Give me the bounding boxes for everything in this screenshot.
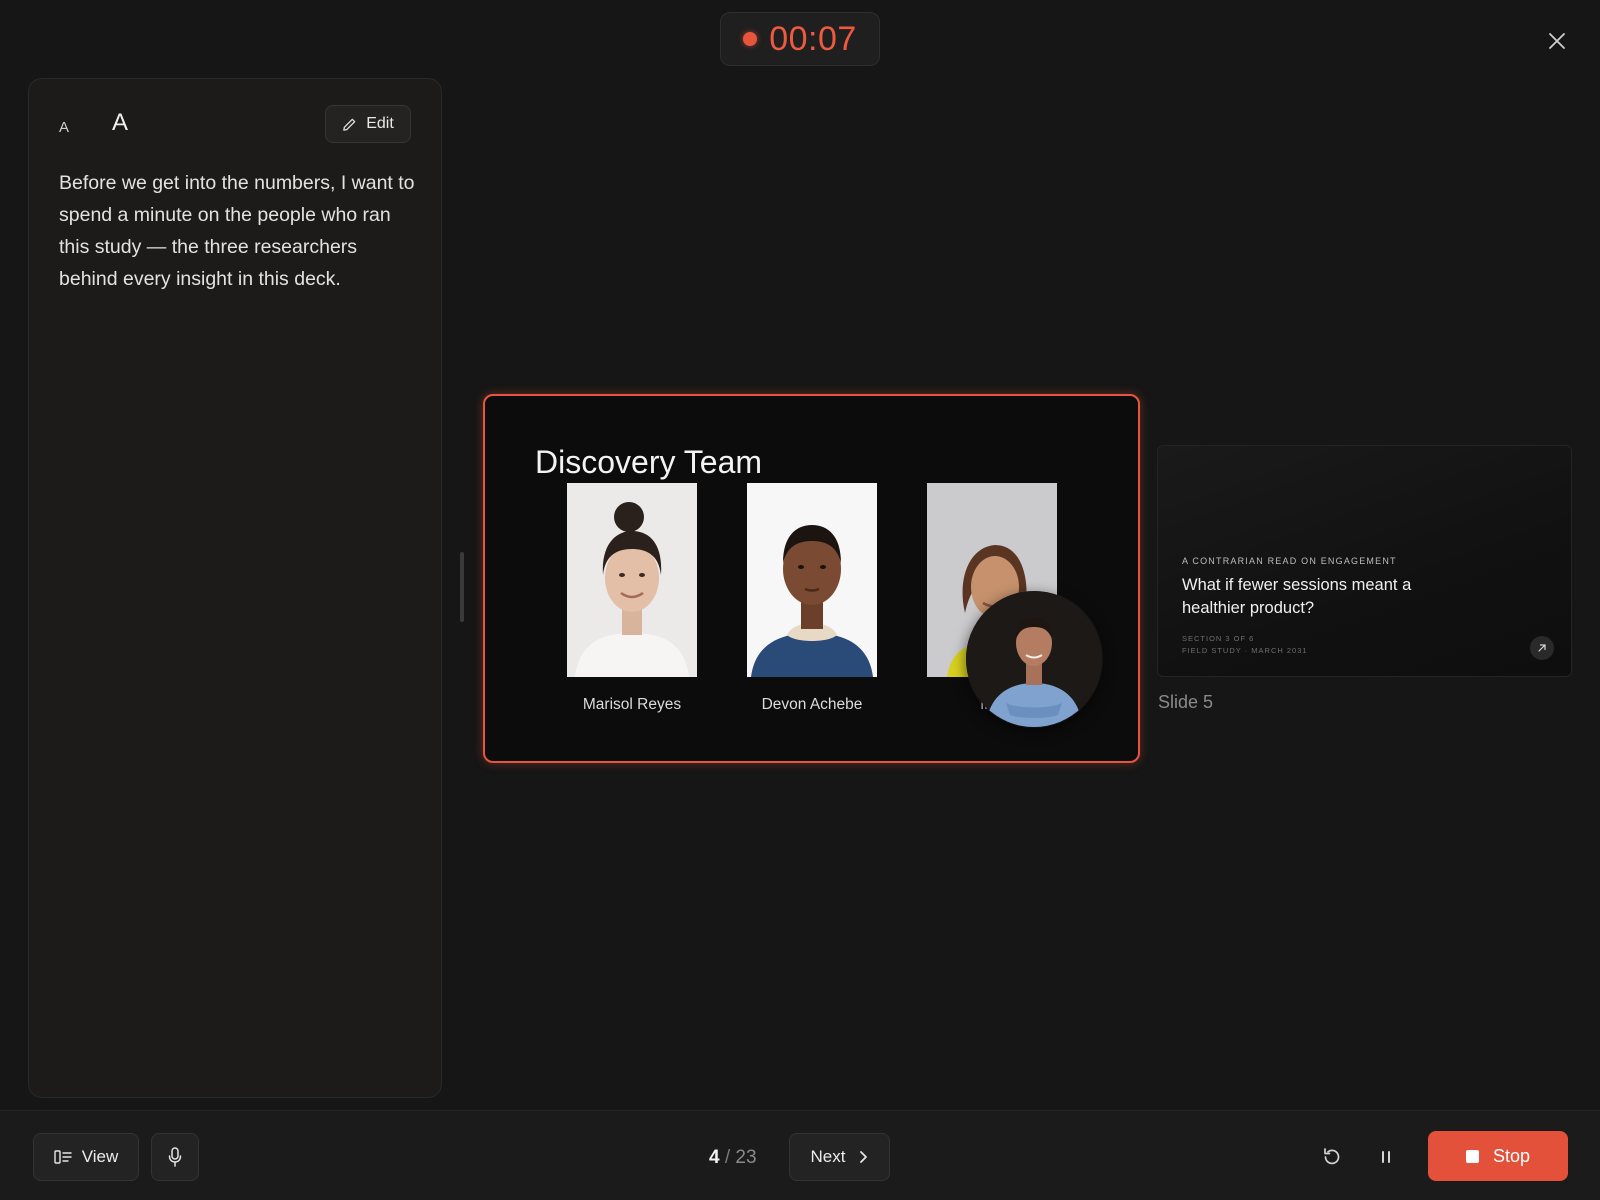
recording-timer: 00:07 xyxy=(720,12,880,66)
next-slide-subtitle: FIELD STUDY · MARCH 2031 xyxy=(1182,646,1308,655)
page-counter: 4 / 23 xyxy=(709,1147,757,1169)
next-slide-label: Slide 5 xyxy=(1158,692,1214,712)
arrow-up-right-icon xyxy=(1530,636,1554,660)
pause-icon xyxy=(1382,1151,1390,1163)
page-total: 23 xyxy=(735,1147,757,1168)
stop-button[interactable]: Stop xyxy=(1428,1131,1568,1181)
pause-button[interactable] xyxy=(1370,1141,1402,1173)
chevron-right-icon xyxy=(860,1151,868,1163)
recording-indicator-icon xyxy=(743,32,758,46)
next-label: Next xyxy=(810,1147,846,1166)
person-photo xyxy=(567,483,697,677)
restart-icon xyxy=(1324,1148,1340,1165)
view-list-icon xyxy=(54,1150,72,1164)
person-name: Devon Achebe xyxy=(761,696,863,713)
next-slide-title: What if fewer sessions meant a healthier… xyxy=(1182,576,1412,617)
view-button[interactable]: View xyxy=(33,1133,139,1181)
person-name: Marisol Reyes xyxy=(582,696,682,713)
pencil-icon xyxy=(343,118,356,131)
stop-label: Stop xyxy=(1492,1145,1531,1166)
speaker-notes-text: Before we get into the numbers, I want t… xyxy=(59,172,415,290)
view-label: View xyxy=(81,1147,119,1166)
presenter-camera-bubble[interactable] xyxy=(966,591,1102,727)
presenter-toolbar: View 4 / 23 Next Stop xyxy=(0,1110,1600,1200)
microphone-icon xyxy=(168,1147,182,1167)
microphone-button[interactable] xyxy=(151,1133,199,1181)
edit-notes-button[interactable]: Edit xyxy=(325,105,411,143)
font-size-small-button[interactable]: A xyxy=(59,119,69,136)
page-separator: / xyxy=(724,1147,731,1168)
next-slide-section: SECTION 3 OF 6 xyxy=(1182,634,1255,643)
speaker-notes-panel: A A Edit Before we get into the numbers,… xyxy=(28,78,442,1098)
close-icon xyxy=(1549,33,1565,49)
next-slide-preview[interactable]: A CONTRARIAN READ ON ENGAGEMENT What if … xyxy=(1157,445,1572,677)
person-photo xyxy=(747,483,877,677)
page-current: 4 xyxy=(709,1147,720,1168)
slide-title: Discovery Team xyxy=(535,444,763,480)
stop-icon xyxy=(1465,1149,1479,1163)
next-button[interactable]: Next xyxy=(789,1133,890,1181)
font-size-large-button[interactable]: A xyxy=(112,109,128,137)
next-slide-eyebrow: A CONTRARIAN READ ON ENGAGEMENT xyxy=(1182,556,1397,566)
panel-resize-handle[interactable] xyxy=(460,552,464,622)
restart-button[interactable] xyxy=(1316,1141,1348,1173)
close-button[interactable] xyxy=(1540,24,1574,58)
timer-text: 00:07 xyxy=(769,19,857,58)
edit-label: Edit xyxy=(366,115,394,132)
